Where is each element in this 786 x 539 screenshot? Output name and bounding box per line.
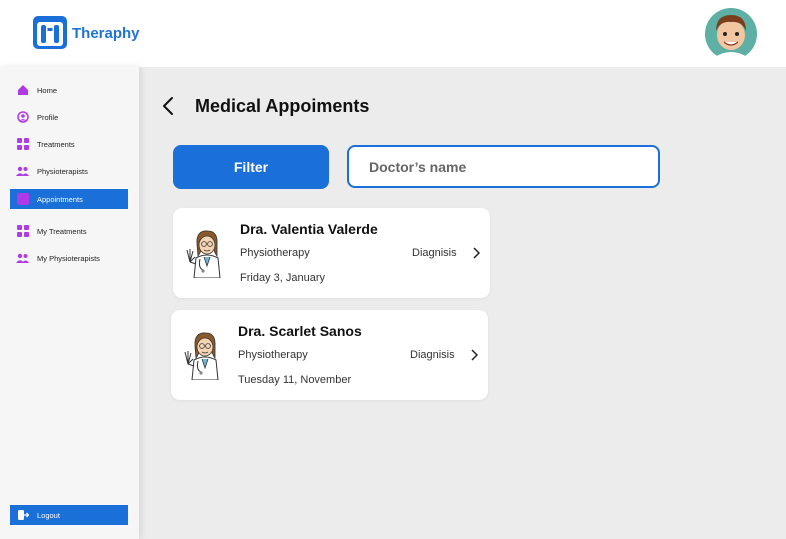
doctor-name: Dra. Scarlet Sanos [238,323,362,339]
sidebar-item-label: Home [37,85,58,95]
back-arrow-icon[interactable] [160,95,176,117]
user-avatar[interactable] [702,7,760,60]
sidebar-item-treatments[interactable]: Treatments [10,134,128,154]
logout-button[interactable]: Logout [10,505,128,525]
grid-icon [16,225,29,238]
people-icon [16,165,29,178]
doctor-illustration [186,230,221,278]
sidebar-item-label: Profile [37,112,59,122]
sidebar-item-label: Physioterapists [37,166,88,176]
specialty: Physiotherapy [240,247,310,259]
grid-icon [16,138,29,151]
diagnosis-link[interactable]: Diagnisis [410,349,455,361]
page-title: Medical Appoiments [195,96,370,116]
sidebar-item-label: Appointments [37,194,83,204]
calendar-icon [16,193,29,206]
sidebar: Home Profile Treatments Physioterapists … [0,67,139,539]
sidebar-item-label: My Physioterapists [37,253,100,263]
appointment-date: Tuesday 11, November [238,374,352,386]
sidebar-item-profile[interactable]: Profile [10,107,128,127]
sidebar-item-my-physioterapists[interactable]: My Physioterapists [10,248,128,268]
appointment-date: Friday 3, January [240,272,325,284]
sidebar-item-appointments[interactable]: Appointments [10,189,128,209]
people-icon [16,252,29,265]
chevron-right-icon[interactable] [472,247,480,259]
logout-label: Logout [37,510,60,520]
appointment-card[interactable]: Dra. Scarlet Sanos Physiotherapy Tuesday… [171,310,488,400]
top-bar: Theraphy [0,0,786,67]
sidebar-item-my-treatments[interactable]: My Treatments [10,221,128,241]
appointment-card[interactable]: Dra. Valentia Valerde Physiotherapy Frid… [173,208,490,298]
filter-button[interactable]: Filter [173,145,329,189]
diagnosis-link[interactable]: Diagnisis [412,247,457,259]
sidebar-item-physioterapists[interactable]: Physioterapists [10,161,128,181]
specialty: Physiotherapy [238,349,308,361]
chevron-right-icon[interactable] [470,349,478,361]
sidebar-item-home[interactable]: Home [10,80,128,100]
sidebar-item-label: Treatments [37,139,75,149]
doctor-name: Dra. Valentia Valerde [240,221,378,237]
sidebar-item-label: My Treatments [37,226,87,236]
profile-icon [16,111,29,124]
logout-icon [16,509,29,522]
logo-icon[interactable] [32,14,68,50]
doctor-illustration [184,332,219,380]
brand-name: Theraphy [72,25,140,42]
doctor-name-search-input[interactable] [347,145,660,188]
home-icon [16,84,29,97]
